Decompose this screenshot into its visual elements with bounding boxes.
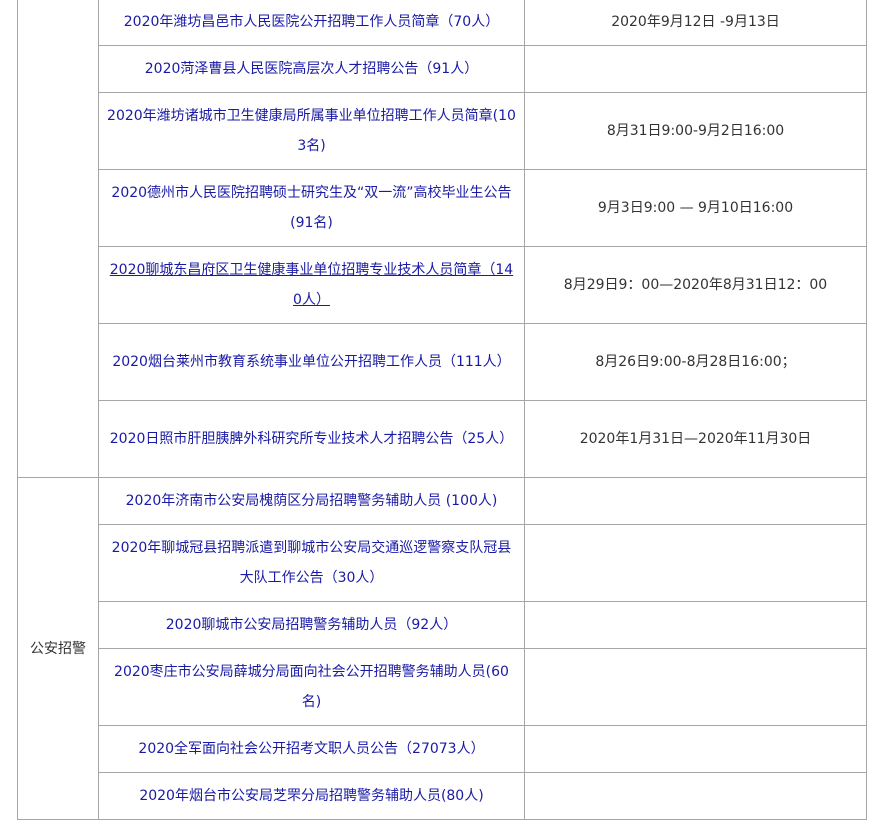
date-cell: 2020年9月12日 -9月13日 [524,0,867,46]
table-row: 2020德州市人民医院招聘硕士研究生及“双一流”高校毕业生公告(91名) 9月3… [18,169,867,247]
job-link[interactable]: 2020烟台莱州市教育系统事业单位公开招聘工作人员（111人） [112,354,510,370]
title-cell: 2020年潍坊昌邑市人民医院公开招聘工作人员简章（70人） [98,0,525,46]
date-cell [524,477,867,525]
title-cell: 2020全军面向社会公开招考文职人员公告（27073人） [98,725,525,773]
job-link[interactable]: 2020年潍坊昌邑市人民医院公开招聘工作人员简章（70人） [124,14,499,30]
date-cell: 2020年1月31日—2020年11月30日 [524,400,867,478]
job-link[interactable]: 2020年济南市公安局槐荫区分局招聘警务辅助人员 (100人) [126,493,498,509]
job-link[interactable]: 2020日照市肝胆胰脾外科研究所专业技术人才招聘公告（25人） [110,431,513,447]
table-row: 2020全军面向社会公开招考文职人员公告（27073人） [18,725,867,773]
job-link[interactable]: 2020年烟台市公安局芝罘分局招聘警务辅助人员(80人) [139,788,483,804]
date-cell: 9月3日9:00 — 9月10日16:00 [524,169,867,247]
date-cell [524,772,867,820]
title-cell: 2020烟台莱州市教育系统事业单位公开招聘工作人员（111人） [98,323,525,401]
title-cell: 2020年聊城冠县招聘派遣到聊城市公安局交通巡逻警察支队冠县大队工作公告（30人… [98,524,525,602]
job-link[interactable]: 2020聊城市公安局招聘警务辅助人员（92人） [166,617,457,633]
title-cell: 2020年潍坊诸城市卫生健康局所属事业单位招聘工作人员简章(103名) [98,92,525,170]
table-row: 2020年聊城冠县招聘派遣到聊城市公安局交通巡逻警察支队冠县大队工作公告（30人… [18,524,867,602]
date-cell [524,45,867,93]
title-cell: 2020聊城东昌府区卫生健康事业单位招聘专业技术人员简章（140人） [98,246,525,324]
date-cell: 8月31日9:00-9月2日16:00 [524,92,867,170]
title-cell: 2020日照市肝胆胰脾外科研究所专业技术人才招聘公告（25人） [98,400,525,478]
table-row: 2020聊城东昌府区卫生健康事业单位招聘专业技术人员简章（140人） 8月29日… [18,246,867,324]
table-row: 2020年潍坊昌邑市人民医院公开招聘工作人员简章（70人） 2020年9月12日… [17,0,867,478]
date-cell [524,648,867,726]
title-cell: 2020聊城市公安局招聘警务辅助人员（92人） [98,601,525,649]
job-link[interactable]: 2020年聊城冠县招聘派遣到聊城市公安局交通巡逻警察支队冠县大队工作公告（30人… [112,540,512,586]
job-link[interactable]: 2020全军面向社会公开招考文职人员公告（27073人） [138,741,484,757]
table-row: 公安招警 2020年济南市公安局槐荫区分局招聘警务辅助人员 (100人) [17,477,867,820]
title-cell: 2020菏泽曹县人民医院高层次人才招聘公告（91人） [98,45,525,93]
table-row: 2020枣庄市公安局薛城分局面向社会公开招聘警务辅助人员(60名) [18,648,867,726]
date-cell: 8月26日9:00-8月28日16:00； [524,323,867,401]
table-row: 2020菏泽曹县人民医院高层次人才招聘公告（91人） [18,45,867,93]
category-cell [17,0,99,478]
date-cell [524,601,867,649]
title-cell: 2020枣庄市公安局薛城分局面向社会公开招聘警务辅助人员(60名) [98,648,525,726]
job-link[interactable]: 2020德州市人民医院招聘硕士研究生及“双一流”高校毕业生公告(91名) [111,185,511,231]
category-cell: 公安招警 [17,477,99,820]
table-row: 2020聊城市公安局招聘警务辅助人员（92人） [18,601,867,649]
recruitment-table: 2020年潍坊昌邑市人民医院公开招聘工作人员简章（70人） 2020年9月12日… [17,0,867,820]
job-link[interactable]: 2020菏泽曹县人民医院高层次人才招聘公告（91人） [145,61,478,77]
table-row: 2020日照市肝胆胰脾外科研究所专业技术人才招聘公告（25人） 2020年1月3… [18,400,867,478]
table-row: 2020烟台莱州市教育系统事业单位公开招聘工作人员（111人） 8月26日9:0… [18,323,867,401]
job-link[interactable]: 2020聊城东昌府区卫生健康事业单位招聘专业技术人员简章（140人） [110,262,513,308]
date-cell: 8月29日9：00—2020年8月31日12：00 [524,246,867,324]
job-link[interactable]: 2020年潍坊诸城市卫生健康局所属事业单位招聘工作人员简章(103名) [107,108,516,154]
job-link[interactable]: 2020枣庄市公安局薛城分局面向社会公开招聘警务辅助人员(60名) [114,664,509,710]
title-cell: 2020年济南市公安局槐荫区分局招聘警务辅助人员 (100人) [98,477,525,525]
date-cell [524,524,867,602]
title-cell: 2020年烟台市公安局芝罘分局招聘警务辅助人员(80人) [98,772,525,820]
title-cell: 2020德州市人民医院招聘硕士研究生及“双一流”高校毕业生公告(91名) [98,169,525,247]
date-cell [524,725,867,773]
table-row: 2020年烟台市公安局芝罘分局招聘警务辅助人员(80人) [18,772,867,820]
table-row: 2020年潍坊诸城市卫生健康局所属事业单位招聘工作人员简章(103名) 8月31… [18,92,867,170]
